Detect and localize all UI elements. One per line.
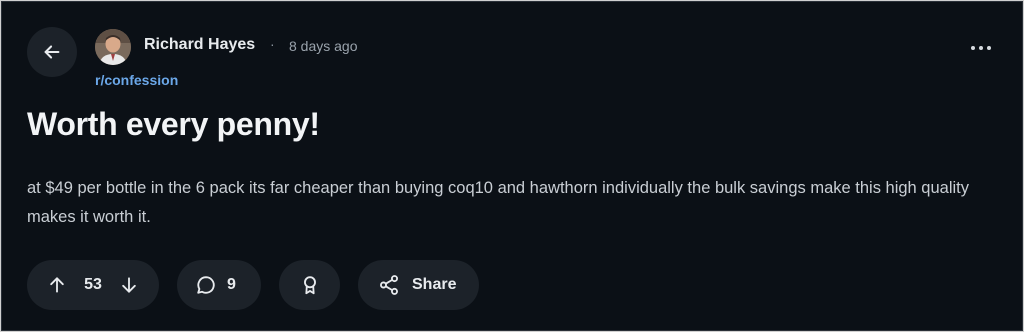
post-body: at $49 per bottle in the 6 pack its far …	[27, 179, 970, 226]
share-nodes-icon	[378, 274, 400, 296]
share-button[interactable]: Share	[358, 260, 479, 310]
user-avatar-image	[95, 29, 131, 65]
comment-bubble-icon	[195, 274, 217, 296]
share-label: Share	[412, 276, 457, 293]
upvote-button[interactable]	[47, 275, 67, 295]
vote-bar: 53	[27, 260, 159, 310]
arrow-left-icon	[44, 45, 60, 59]
post-card: Richard Hayes · 8 days ago r/confession …	[1, 1, 1023, 331]
vote-count: 53	[84, 276, 102, 293]
award-button[interactable]	[279, 260, 340, 310]
more-horizontal-icon	[979, 46, 983, 50]
more-horizontal-icon	[987, 46, 991, 50]
arrow-down-icon	[122, 277, 136, 293]
post-timestamp: 8 days ago	[289, 38, 358, 54]
more-horizontal-icon	[971, 46, 975, 50]
comments-button[interactable]: 9	[177, 260, 261, 310]
post-title: Worth every penny!	[27, 106, 320, 142]
downvote-button[interactable]	[119, 275, 139, 295]
award-ribbon-icon	[299, 274, 321, 296]
avatar[interactable]	[95, 29, 131, 65]
arrow-up-icon	[50, 277, 64, 293]
subreddit-link[interactable]: r/confession	[95, 72, 178, 88]
more-options-button[interactable]	[964, 34, 998, 62]
meta-separator: ·	[270, 36, 275, 52]
comment-count: 9	[227, 276, 236, 293]
back-button[interactable]	[27, 27, 77, 77]
author-name[interactable]: Richard Hayes	[144, 36, 255, 54]
